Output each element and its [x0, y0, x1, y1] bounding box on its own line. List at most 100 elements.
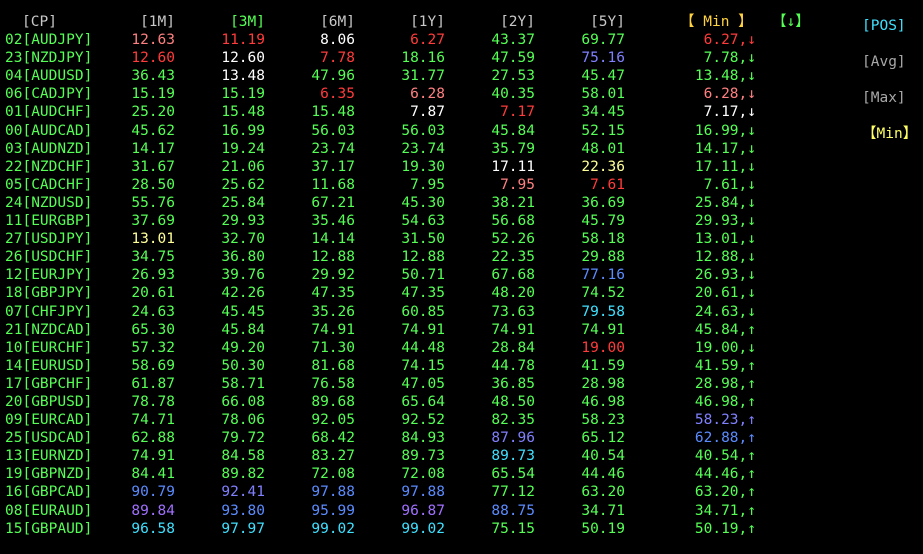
table-row[interactable]: 08[EURAUD] 89.84 93.80 95.99 96.87 88.75 34.71… [0, 502, 923, 520]
table-row[interactable]: 23[NZDJPY] 12.60 12.60 7.78 18.16 47.59 75.16 7… [0, 49, 923, 67]
min-value: 46.98, [694, 393, 748, 410]
table-row[interactable]: 26[USDCHF] 34.75 36.80 12.88 12.88 22.35 29.88… [0, 248, 923, 266]
value-1m: 65.30 [131, 321, 175, 338]
table-row[interactable]: 13[EURNZD] 74.91 84.58 83.27 89.73 89.73 40.54… [0, 447, 923, 465]
pair-label: 00[AUDCAD] [5, 122, 93, 139]
min-value: 50.19, [694, 520, 748, 537]
value-1m: 45.62 [131, 122, 175, 139]
arrow-up-icon: ↑ [747, 412, 756, 429]
side-menu-item-avg[interactable]: [Avg] [862, 53, 906, 71]
value-3m: 25.84 [221, 194, 265, 211]
value-1m: 26.93 [131, 267, 175, 284]
table-row[interactable]: 07[CHFJPY] 24.63 45.45 35.26 60.85 73.63 79.58… [0, 303, 923, 321]
pair-label: 20[GBPUSD] [5, 393, 93, 410]
table-row[interactable]: 06[CADJPY] 15.19 15.19 6.35 6.28 40.35 58.01 6.… [0, 85, 923, 103]
min-value: 6.27, [703, 32, 748, 49]
value-5y: 58.01 [581, 86, 625, 103]
table-row[interactable]: 00[AUDCAD] 45.62 16.99 56.03 56.03 45.84 52.15… [0, 122, 923, 140]
table-row[interactable]: 09[EURCAD] 74.71 78.06 92.05 92.52 82.35 58.23… [0, 411, 923, 429]
value-6m: 89.68 [311, 393, 355, 410]
value-1m: 37.69 [131, 213, 175, 230]
sort-direction-button[interactable]: 【↓】 [772, 13, 810, 31]
header-cp[interactable]: [CP] [22, 13, 57, 31]
table-row[interactable]: 25[USDCAD] 62.88 79.72 68.42 84.93 87.96 65.12… [0, 429, 923, 447]
value-2y: 65.54 [491, 466, 535, 483]
value-2y: 7.17 [500, 104, 535, 121]
value-6m: 99.02 [311, 520, 355, 537]
header-2y[interactable]: [2Y] [455, 13, 535, 31]
table-row[interactable]: 19[GBPNZD] 84.41 89.82 72.08 72.08 65.54 44.46… [0, 465, 923, 483]
min-value: 62.88, [694, 430, 748, 447]
table-row[interactable]: 18[GBPJPY] 20.61 42.26 47.35 47.35 48.20 74.52… [0, 284, 923, 302]
header-min[interactable]: 【 Min 】 [680, 13, 753, 31]
header-5y[interactable]: [5Y] [545, 13, 625, 31]
table-row[interactable]: 01[AUDCHF] 25.20 15.48 15.48 7.87 7.17 34.45 7.… [0, 103, 923, 121]
table-row[interactable]: 20[GBPUSD] 78.78 66.08 89.68 65.64 48.50 46.98… [0, 393, 923, 411]
table-row[interactable]: 04[AUDUSD] 36.43 13.48 47.96 31.77 27.53 45.47… [0, 67, 923, 85]
table-row[interactable]: 17[GBPCHF] 61.87 58.71 76.58 47.05 36.85 28.98… [0, 375, 923, 393]
table-row[interactable]: 14[EURUSD] 58.69 50.30 81.68 74.15 44.78 41.59… [0, 357, 923, 375]
table-row[interactable]: 11[EURGBP] 37.69 29.93 35.46 54.63 56.68 45.79… [0, 212, 923, 230]
min-cell: 16.99,↓ [660, 122, 756, 140]
value-1m: 34.75 [131, 249, 175, 266]
arrow-up-icon: ↑ [747, 484, 756, 501]
value-1m: 74.91 [131, 448, 175, 465]
header-6m[interactable]: [6M] [275, 13, 355, 31]
header-3m[interactable]: [3M] [185, 13, 265, 31]
value-2y: 47.59 [491, 50, 535, 67]
value-1y: 44.48 [401, 339, 445, 356]
table-row[interactable]: 27[USDJPY] 13.01 32.70 14.14 31.50 52.26 58.18… [0, 230, 923, 248]
pair-label: 06[CADJPY] [5, 86, 93, 103]
min-cell: 44.46,↑ [660, 465, 756, 483]
pair-label: 09[EURCAD] [5, 412, 93, 429]
table-row[interactable]: 21[NZDCAD] 65.30 45.84 74.91 74.91 74.91 74.91… [0, 321, 923, 339]
min-value: 13.48, [694, 68, 748, 85]
value-2y: 82.35 [491, 412, 535, 429]
value-6m: 74.91 [311, 321, 355, 338]
value-2y: 17.11 [491, 158, 535, 175]
table-row[interactable]: 16[GBPCAD] 90.79 92.41 97.88 97.88 77.12 63.20… [0, 483, 923, 501]
value-1y: 47.05 [401, 375, 445, 392]
table-row[interactable]: 24[NZDUSD] 55.76 25.84 67.21 45.30 38.21 36.69… [0, 194, 923, 212]
value-5y: 77.16 [581, 267, 625, 284]
table-row[interactable]: 05[CADCHF] 28.50 25.62 11.68 7.95 7.95 7.61 7.6… [0, 176, 923, 194]
value-3m: 84.58 [221, 448, 265, 465]
value-1y: 31.77 [401, 68, 445, 85]
value-3m: 89.82 [221, 466, 265, 483]
arrow-down-icon: ↓ [747, 213, 756, 230]
side-menu-item-pos[interactable]: [POS] [862, 17, 906, 35]
table-row[interactable]: 12[EURJPY] 26.93 39.76 29.92 50.71 67.68 77.16… [0, 266, 923, 284]
pair-label: 02[AUDJPY] [5, 32, 93, 49]
value-1y: 19.30 [401, 158, 445, 175]
value-1y: 12.88 [401, 249, 445, 266]
value-3m: 16.99 [221, 122, 265, 139]
side-menu-item-max[interactable]: [Max] [862, 89, 906, 107]
arrow-down-icon: ↓ [747, 86, 756, 103]
value-1m: 84.41 [131, 466, 175, 483]
value-5y: 34.71 [581, 502, 625, 519]
table-row[interactable]: 10[EURCHF] 57.32 49.20 71.30 44.48 28.84 19.00… [0, 339, 923, 357]
value-3m: 50.30 [221, 357, 265, 374]
value-2y: 89.73 [491, 448, 535, 465]
side-menu-item-min[interactable]: 【Min】 [862, 125, 917, 143]
value-6m: 35.26 [311, 303, 355, 320]
value-3m: 25.62 [221, 176, 265, 193]
table-row[interactable]: 02[AUDJPY] 12.63 11.19 8.06 6.27 43.37 69.77 6.… [0, 31, 923, 49]
value-1m: 28.50 [131, 176, 175, 193]
table-row[interactable]: 22[NZDCHF] 31.67 21.06 37.17 19.30 17.11 22.36… [0, 158, 923, 176]
arrow-up-icon: ↑ [747, 502, 756, 519]
value-6m: 72.08 [311, 466, 355, 483]
min-cell: 45.84,↑ [660, 321, 756, 339]
table-row[interactable]: 15[GBPAUD] 96.58 97.97 99.02 99.02 75.15 50.19… [0, 520, 923, 538]
value-1m: 12.60 [131, 50, 175, 67]
min-cell: 13.48,↓ [660, 67, 756, 85]
value-6m: 92.05 [311, 412, 355, 429]
table-row[interactable]: 03[AUDNZD] 14.17 19.24 23.74 23.74 35.79 48.01… [0, 140, 923, 158]
arrow-up-icon: ↑ [747, 466, 756, 483]
value-3m: 15.19 [221, 86, 265, 103]
pair-label: 18[GBPJPY] [5, 285, 93, 302]
min-cell: 17.11,↓ [660, 158, 756, 176]
header-1y[interactable]: [1Y] [365, 13, 445, 31]
value-1y: 50.71 [401, 267, 445, 284]
header-1m[interactable]: [1M] [95, 13, 175, 31]
